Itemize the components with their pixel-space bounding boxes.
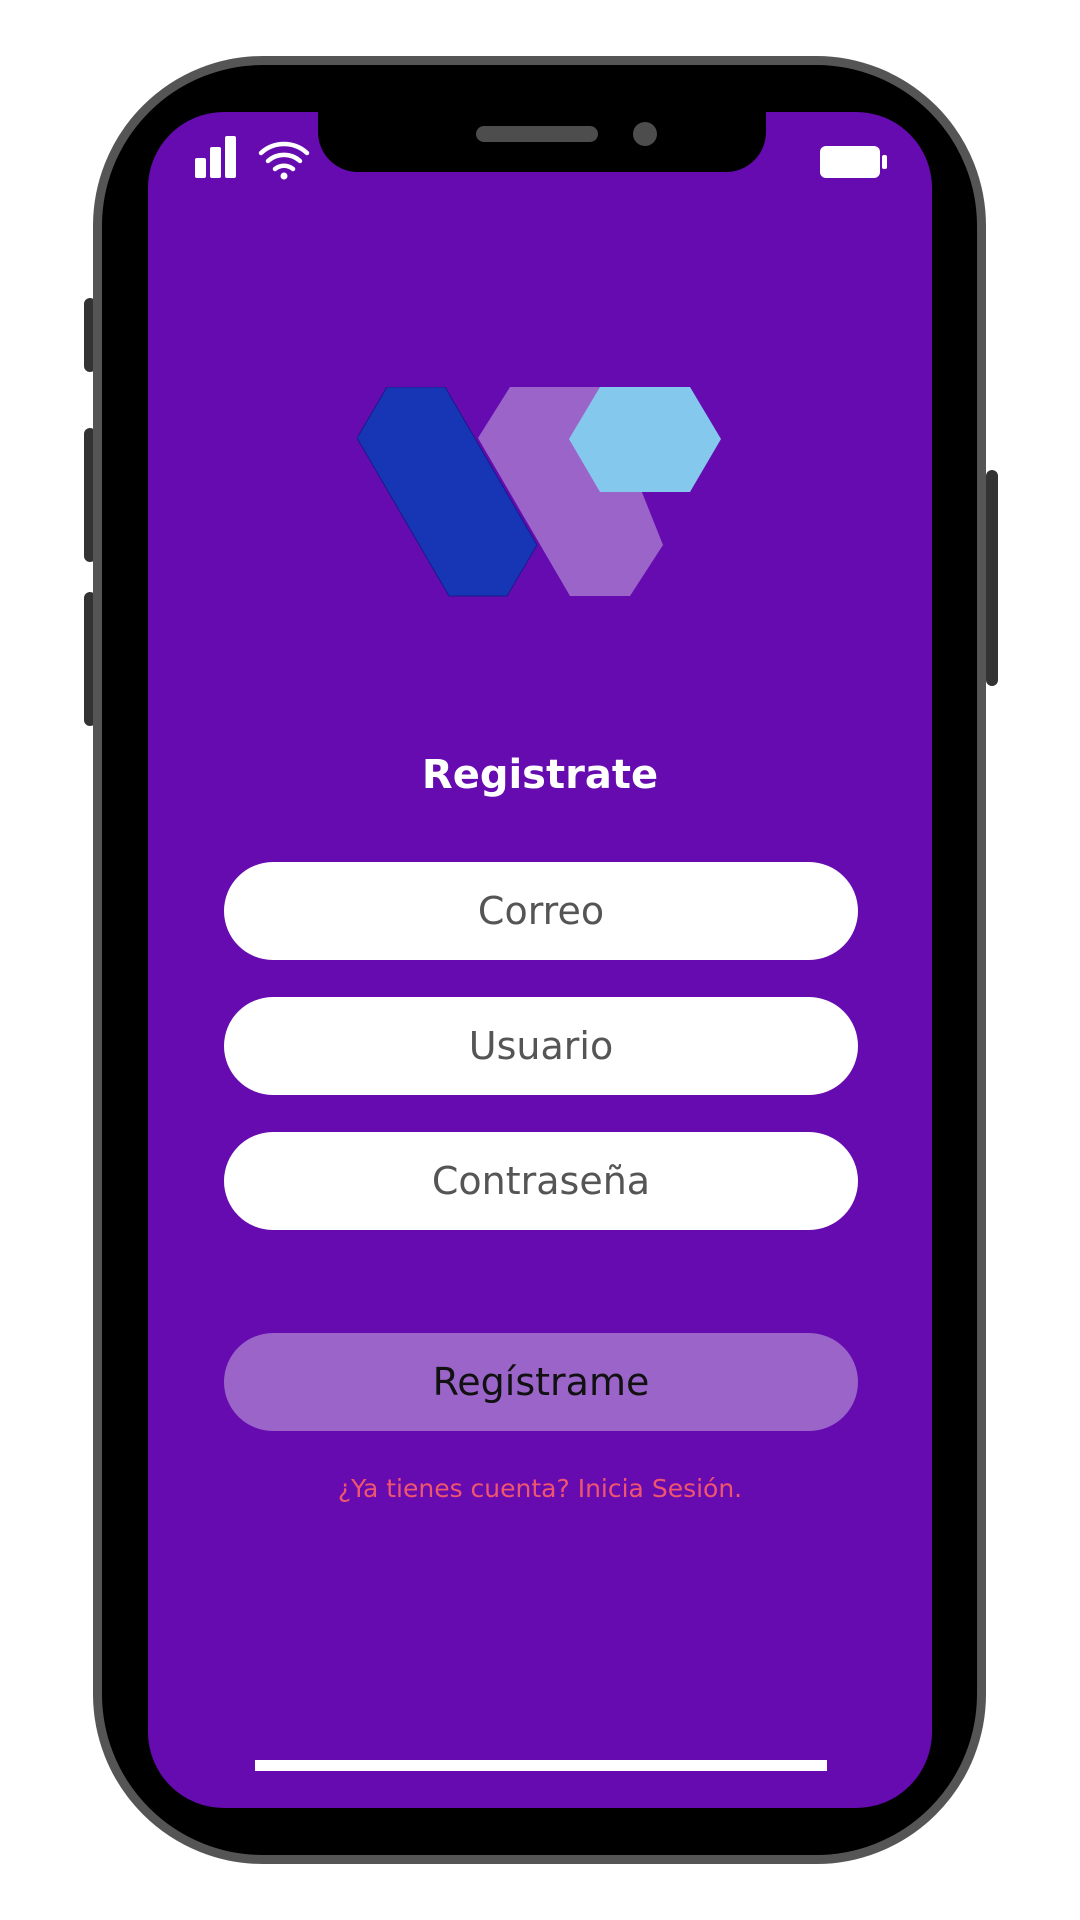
wifi-icon — [258, 141, 310, 180]
register-button-label: Regístrame — [432, 1360, 650, 1404]
battery-icon — [820, 146, 887, 178]
notch — [318, 112, 766, 172]
username-field[interactable]: Usuario — [224, 997, 858, 1095]
signal-bars-icon — [195, 136, 236, 178]
power-button — [986, 470, 998, 686]
home-indicator[interactable] — [255, 1760, 827, 1771]
password-field[interactable]: Contraseña — [224, 1132, 858, 1230]
page-title: Registrate — [421, 752, 659, 798]
app-screen: Registrate Correo Usuario Contraseña Reg… — [148, 112, 932, 1808]
email-placeholder: Correo — [477, 889, 605, 933]
password-placeholder: Contraseña — [431, 1159, 651, 1203]
email-field[interactable]: Correo — [224, 862, 858, 960]
front-camera — [633, 122, 657, 146]
speaker-grille — [476, 126, 598, 142]
login-link[interactable]: ¿Ya tienes cuenta? Inicia Sesión. — [148, 1474, 932, 1503]
username-placeholder: Usuario — [468, 1024, 614, 1068]
hexagon-w-logo — [357, 387, 721, 597]
register-button[interactable]: Regístrame — [224, 1333, 858, 1431]
